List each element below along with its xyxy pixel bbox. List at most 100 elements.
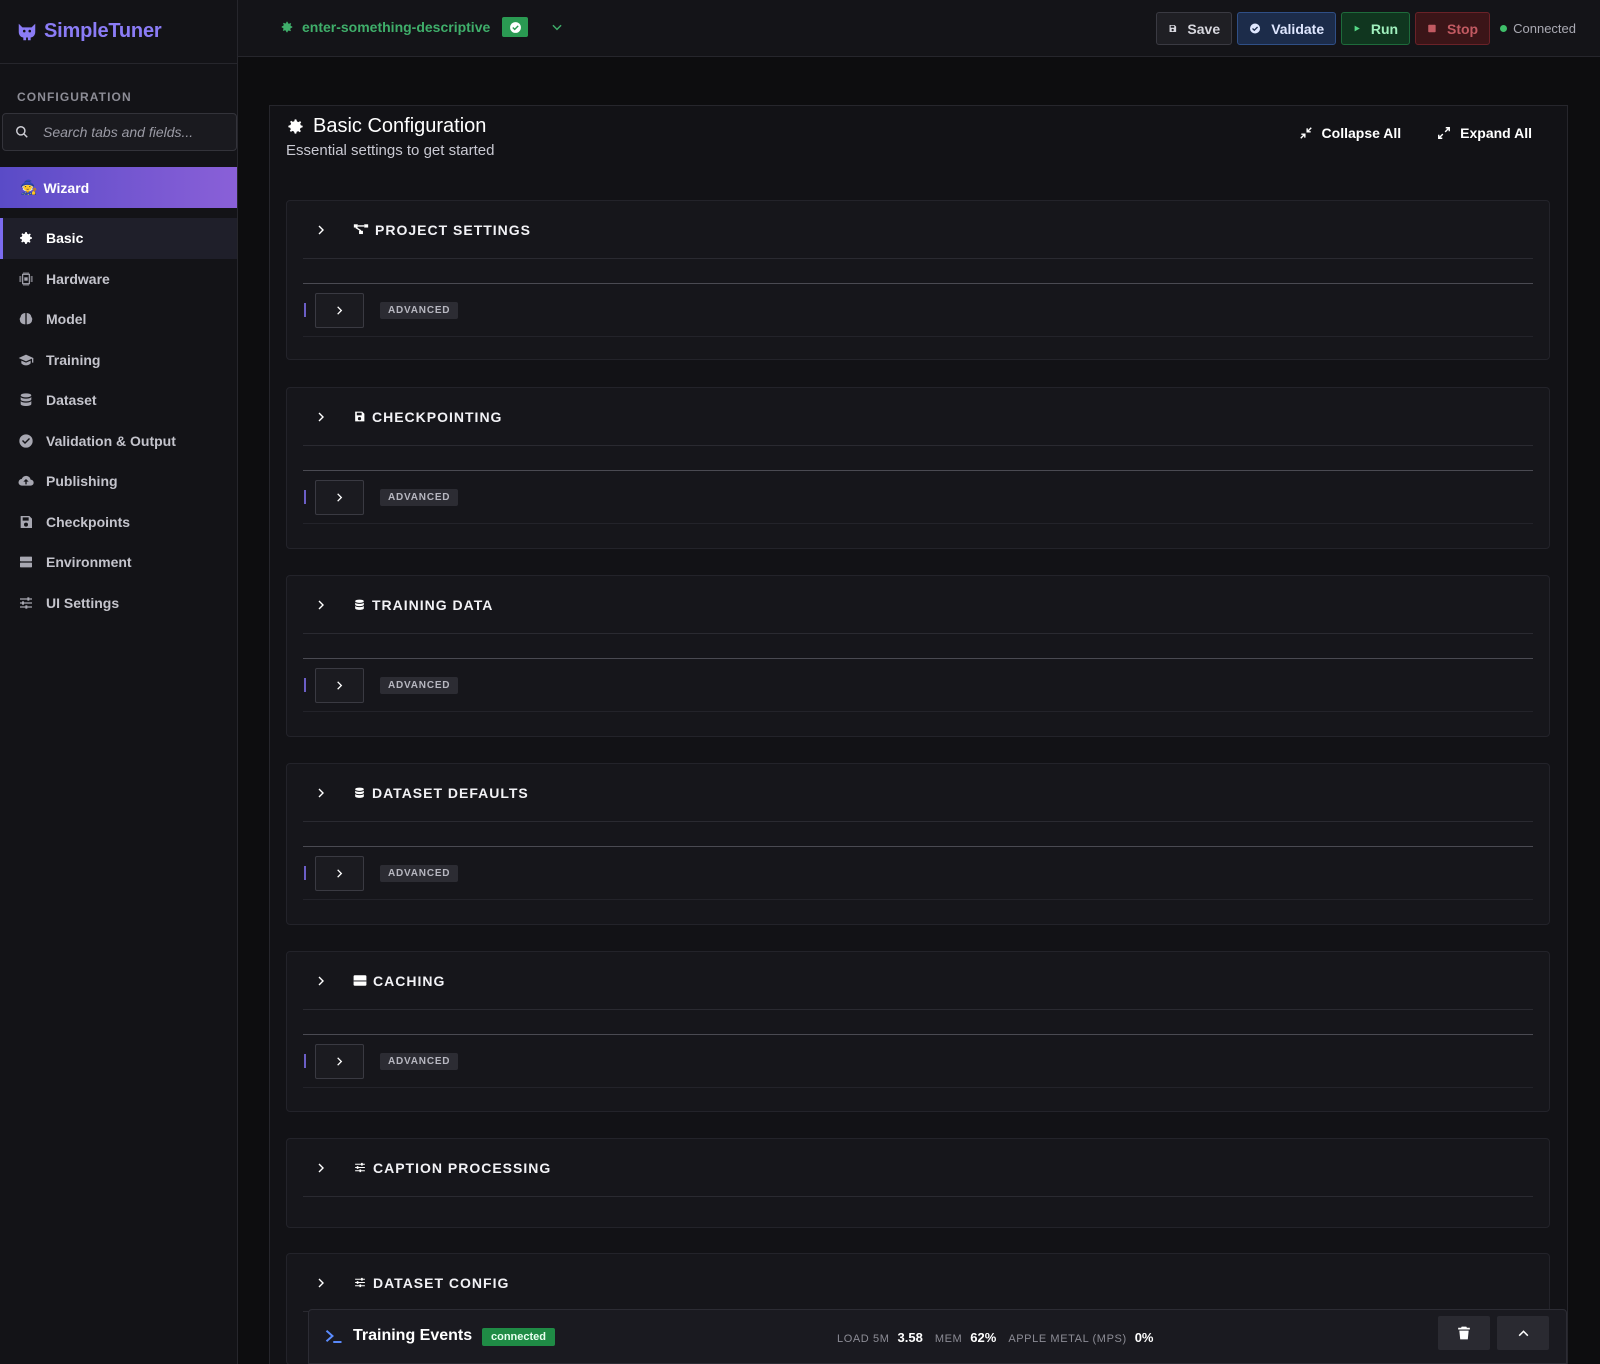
section-title-text: PROJECT SETTINGS (375, 221, 532, 238)
sidebar-item-dataset[interactable]: Dataset (0, 380, 237, 421)
chevron-right-icon[interactable] (315, 224, 327, 236)
section-header[interactable]: DATASET CONFIG (303, 1254, 1533, 1312)
play-icon (1354, 25, 1360, 32)
sidebar-item-label: Model (46, 311, 87, 328)
section-title: CACHING (353, 973, 445, 989)
section-header[interactable]: DATASET DEFAULTS (303, 764, 1533, 822)
run-button[interactable]: Run (1341, 12, 1411, 45)
section-title: PROJECT SETTINGS (353, 222, 531, 238)
wizard-hat-icon: 🧙 (20, 179, 38, 195)
advanced-toggle-button[interactable] (315, 292, 364, 328)
cat-logo-icon (18, 23, 36, 40)
chip-icon (19, 272, 33, 286)
advanced-toggle-button[interactable] (315, 667, 364, 703)
hdd-icon (353, 975, 367, 986)
section-title: CHECKPOINTING (353, 409, 502, 425)
section-dataset-defaults: DATASET DEFAULTS ADVANCED (286, 763, 1550, 925)
expand-all-button[interactable]: Expand All (1437, 125, 1532, 141)
save-button[interactable]: Save (1156, 12, 1233, 45)
training-events-title[interactable]: Training Events (325, 1327, 472, 1345)
connection-status: Connected (1500, 21, 1576, 36)
advanced-toggle-button[interactable] (315, 855, 364, 891)
chevron-right-icon[interactable] (315, 599, 327, 611)
stop-button[interactable]: Stop (1415, 12, 1491, 45)
training-events-label: Training Events (353, 1327, 473, 1344)
section-training-data: TRAINING DATA ADVANCED (286, 575, 1550, 737)
section-title-text: CAPTION PROCESSING (373, 1159, 552, 1176)
stop-label: Stop (1447, 20, 1479, 37)
mem-label: MEM (934, 1333, 963, 1345)
sidebar-item-training[interactable]: Training (0, 340, 237, 381)
section-title-text: DATASET CONFIG (373, 1274, 510, 1291)
chevron-right-icon (337, 305, 343, 315)
advanced-row: ADVANCED (303, 284, 1533, 337)
advanced-row: ADVANCED (303, 471, 1533, 524)
brand[interactable]: SimpleTuner (0, 0, 237, 64)
chevron-down-icon[interactable] (550, 20, 564, 34)
advanced-badge: ADVANCED (380, 864, 459, 882)
floppy-icon (20, 515, 32, 528)
section-header[interactable]: CHECKPOINTING (303, 388, 1533, 446)
section-header[interactable]: TRAINING DATA (303, 576, 1533, 634)
basic-configuration-panel: Basic Configuration Essential settings t… (269, 105, 1568, 1364)
sidebar-item-label: Training (46, 351, 101, 368)
chevron-right-icon (337, 1056, 343, 1066)
sidebar-item-basic[interactable]: Basic (0, 218, 237, 259)
search-box[interactable] (2, 113, 237, 151)
sidebar-item-publishing[interactable]: Publishing (0, 461, 237, 502)
database-icon (355, 787, 364, 798)
sidebar-item-environment[interactable]: Environment (0, 542, 237, 583)
database-icon (355, 599, 364, 610)
chevron-right-icon[interactable] (315, 411, 327, 423)
run-label: Run (1370, 20, 1399, 37)
advanced-row: ADVANCED (303, 659, 1533, 712)
page-title-text: Basic Configuration (313, 115, 487, 137)
search-icon (16, 126, 28, 138)
sidebar-item-hardware[interactable]: Hardware (0, 259, 237, 300)
wizard-button[interactable]: 🧙 Wizard (0, 167, 237, 208)
sidebar-item-model[interactable]: Model (0, 299, 237, 340)
config-selector[interactable]: enter-something-descriptive (280, 17, 564, 37)
sidebar-item-checkpoints[interactable]: Checkpoints (0, 502, 237, 543)
collapse-all-label: Collapse All (1321, 125, 1402, 141)
sidebar-item-label: Basic (46, 230, 84, 247)
collapse-all-button[interactable]: Collapse All (1299, 125, 1402, 141)
section-title-text: TRAINING DATA (372, 596, 494, 613)
sliders-icon (355, 1277, 365, 1288)
chevron-right-icon (337, 868, 343, 878)
section-header[interactable]: CAPTION PROCESSING (303, 1139, 1533, 1197)
chevron-right-icon[interactable] (315, 1162, 327, 1174)
gear-icon (20, 232, 32, 245)
sidebar-item-label: Environment (46, 554, 132, 571)
sidebar-item-validation-output[interactable]: Validation & Output (0, 421, 237, 462)
advanced-row: ADVANCED (303, 847, 1533, 900)
advanced-marker (304, 1054, 306, 1068)
section-title: CAPTION PROCESSING (353, 1160, 551, 1176)
gpu-label: APPLE METAL (MPS) (1008, 1333, 1127, 1345)
stop-icon (1428, 24, 1436, 33)
chevron-right-icon[interactable] (315, 975, 327, 987)
section-caption-processing: CAPTION PROCESSING (286, 1138, 1550, 1228)
expand-events-button[interactable] (1497, 1316, 1549, 1350)
section-header[interactable]: PROJECT SETTINGS (303, 201, 1533, 259)
advanced-toggle-button[interactable] (315, 1043, 364, 1079)
cloud-upload-icon (18, 476, 34, 486)
sidebar-item-ui-settings[interactable]: UI Settings (0, 583, 237, 624)
clear-events-button[interactable] (1438, 1316, 1490, 1350)
validate-button[interactable]: Validate (1237, 12, 1337, 45)
advanced-row: ADVANCED (303, 1035, 1533, 1088)
check-circle-icon (509, 21, 521, 33)
section-title-text: DATASET DEFAULTS (372, 784, 529, 801)
section-header[interactable]: CACHING (303, 952, 1533, 1010)
sidebar-item-label: Hardware (46, 270, 110, 287)
chevron-right-icon[interactable] (315, 1277, 327, 1289)
search-input[interactable] (43, 124, 223, 140)
expand-icon (1438, 127, 1451, 139)
check-circle-icon (19, 434, 33, 448)
chevron-right-icon[interactable] (315, 787, 327, 799)
sidebar: SimpleTuner CONFIGURATION 🧙 Wizard Basic… (0, 0, 238, 1364)
database-icon (20, 393, 32, 407)
app-root: SimpleTuner CONFIGURATION 🧙 Wizard Basic… (0, 0, 1600, 1364)
wizard-label: Wizard (43, 179, 90, 196)
advanced-toggle-button[interactable] (315, 479, 364, 515)
